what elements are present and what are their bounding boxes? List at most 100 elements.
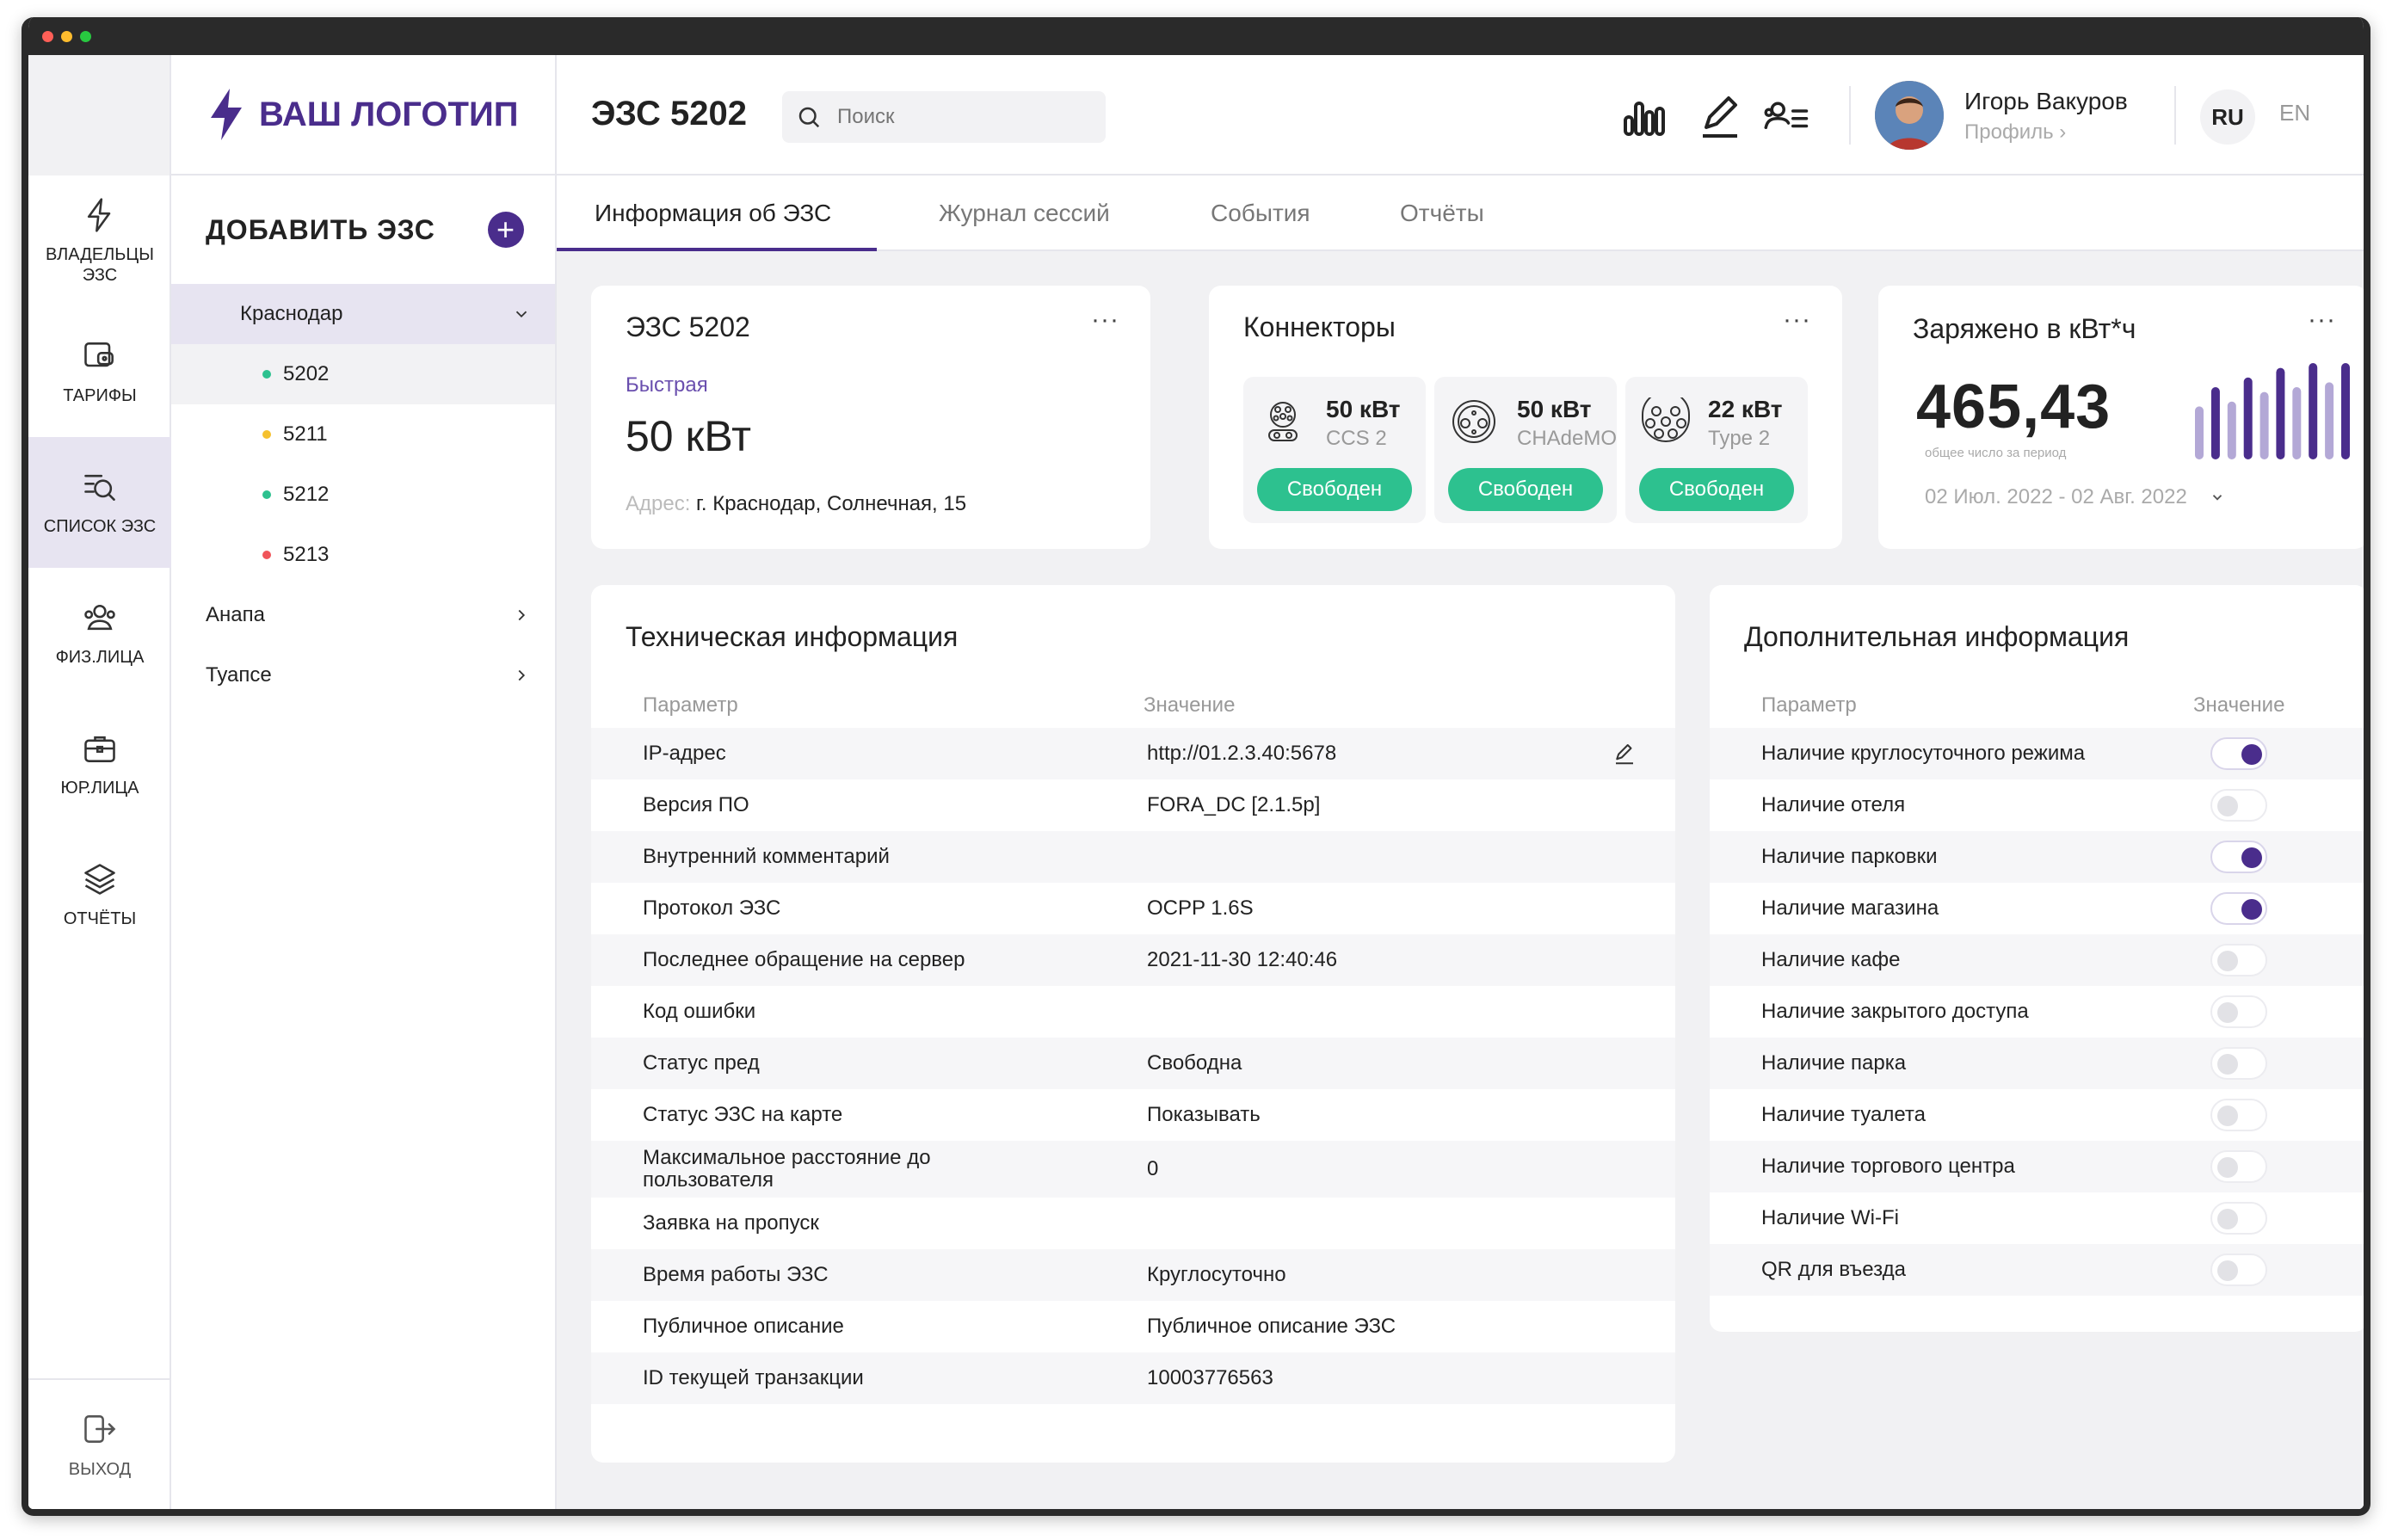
connector-power: 22 кВт [1708,396,1783,422]
logo-text: ВАШ ЛОГОТИП [259,95,519,133]
nav-tariffs-label: ТАРИФЫ [63,386,137,405]
amenity-toggle[interactable] [2210,1099,2267,1131]
station-tree-panel: ВАШ ЛОГОТИП ДОБАВИТЬ ЭЗС + Краснодар 520… [171,55,557,1509]
avatar-photo [1875,81,1944,150]
brand-logo[interactable]: ВАШ ЛОГОТИП [171,55,555,176]
amenity-toggle[interactable] [2210,944,2267,976]
row-value: 10003776563 [1147,1366,1273,1389]
tab-reports[interactable]: Отчёты [1400,200,1484,227]
app-body: ВЛАДЕЛЬЦЫ ЭЗС ТАРИФЫ СПИСОК ЭЗС ФИЗ.ЛИЦА… [28,55,2364,1509]
connector-status-button[interactable]: Свободен [1257,468,1412,511]
row-param: Наличие парковки [1761,845,1938,868]
connector-status-button[interactable]: Свободен [1448,468,1603,511]
extra-title: Дополнительная информация [1744,621,2130,652]
technical-info-card: Техническая информация Параметр Значение… [591,585,1675,1463]
charged-bar-chart [2195,363,2350,459]
period-text: 02 Июл. 2022 - 02 Авг. 2022 [1925,485,2187,508]
tree-station-5202[interactable]: 5202 [171,344,555,404]
nav-station-list[interactable]: СПИСОК ЭЗС [28,437,171,568]
search-icon [798,107,820,128]
amenity-toggle[interactable] [2210,737,2267,770]
tab-sessions[interactable]: Журнал сессий [939,200,1110,227]
table-row: Версия ПО FORA_DC [2.1.5p] [591,779,1675,831]
edit-ip-icon[interactable] [1612,741,1637,767]
more-options-button[interactable]: ··· [1783,307,1811,333]
nav-reports[interactable]: ОТЧЁТЫ [28,829,171,960]
chart-bar [2195,406,2204,459]
amenity-toggle[interactable] [2210,1047,2267,1080]
nav-companies[interactable]: ЮР.ЛИЦА [28,699,171,829]
logout-button[interactable]: ВЫХОД [28,1378,171,1509]
row-param: Публичное описание [643,1315,844,1338]
edit-icon[interactable] [1696,93,1744,141]
amenity-toggle[interactable] [2210,1254,2267,1286]
station-id: 5212 [283,483,330,506]
profile-link[interactable]: Профиль › [1964,120,2066,145]
address-value: г. Краснодар, Солнечная, 15 [696,492,967,515]
add-station-button[interactable]: + [488,212,524,248]
search-input[interactable] [837,105,1078,129]
lang-en-button[interactable]: EN [2279,100,2310,126]
row-value: 2021-11-30 12:40:46 [1147,948,1338,971]
table-row: ID текущей транзакции 10003776563 [591,1352,1675,1404]
row-param: Код ошибки [643,1000,756,1023]
station-id: 5202 [283,362,330,385]
chart-bar [2309,363,2318,459]
list-search-icon [84,474,115,501]
more-options-button[interactable]: ··· [2308,307,2336,333]
nav-tariffs[interactable]: ТАРИФЫ [28,306,171,437]
charged-caption: общее число за период [1925,446,2067,460]
maximize-window-button[interactable] [80,31,91,42]
minimize-window-button[interactable] [61,31,72,42]
tab-station-info[interactable]: Информация об ЭЗС [595,200,831,227]
connector-status-button[interactable]: Свободен [1639,468,1794,511]
amenity-toggle[interactable] [2210,995,2267,1028]
nav-individuals[interactable]: ФИЗ.ЛИЦА [28,568,171,699]
search-box[interactable] [782,91,1106,143]
app-window: ВЛАДЕЛЬЦЫ ЭЗС ТАРИФЫ СПИСОК ЭЗС ФИЗ.ЛИЦА… [22,17,2370,1516]
nav-owners[interactable]: ВЛАДЕЛЬЦЫ ЭЗС [28,176,171,306]
user-list-icon[interactable] [1761,93,1809,141]
avatar[interactable] [1875,81,1944,150]
charged-title: Заряжено в кВт*ч [1913,313,2136,344]
tree-city-tuapse[interactable]: Туапсе [171,645,555,705]
tree-city-krasnodar[interactable]: Краснодар [171,284,555,344]
chart-bar [2210,387,2220,459]
tab-events[interactable]: События [1211,200,1310,227]
status-dot [262,370,271,379]
amenity-toggle[interactable] [2210,1150,2267,1183]
amenity-toggle[interactable] [2210,1202,2267,1235]
period-picker[interactable]: 02 Июл. 2022 - 02 Авг. 2022 [1925,485,2225,509]
statistics-icon[interactable] [1620,93,1668,141]
amenity-toggle[interactable] [2210,789,2267,822]
row-param: Максимальное расстояние до пользователя [643,1146,931,1192]
row-param: QR для въезда [1761,1258,1906,1281]
tree-station-5212[interactable]: 5212 [171,465,555,525]
add-station-label: ДОБАВИТЬ ЭЗС [206,213,435,245]
close-window-button[interactable] [42,31,53,42]
more-options-button[interactable]: ··· [1091,307,1119,333]
table-row: Время работы ЭЗС Круглосуточно [591,1249,1675,1301]
table-row: Наличие отеля [1710,779,2364,831]
tree-city-anapa[interactable]: Анапа [171,585,555,645]
rail-top-spacer [28,55,170,176]
add-station-row: ДОБАВИТЬ ЭЗС + [171,176,555,284]
toggle-knob [2217,1157,2238,1178]
amenity-toggle[interactable] [2210,892,2267,925]
station-card-title: ЭЗС 5202 [626,311,750,342]
table-row: Наличие туалета [1710,1089,2364,1141]
user-name[interactable]: Игорь Вакуров [1964,88,2128,115]
top-header: ЭЗС 5202 Игорь Вакуров Профиль › RU EN [557,55,2364,176]
page-title: ЭЗС 5202 [591,95,747,132]
tech-col-value: Значение [1144,693,1236,717]
additional-info-card: Дополнительная информация Параметр Значе… [1710,585,2364,1332]
row-param: ID текущей транзакции [643,1366,864,1389]
chart-bar [2227,401,2236,459]
tree-station-5211[interactable]: 5211 [171,404,555,465]
tree-station-5213[interactable]: 5213 [171,525,555,585]
row-param: Наличие парка [1761,1051,1907,1075]
lang-ru-button[interactable]: RU [2200,89,2255,145]
amenity-toggle[interactable] [2210,841,2267,873]
table-row: IP-адрес http://01.2.3.40:5678 [591,728,1675,779]
station-power: 50 кВт [626,412,751,460]
